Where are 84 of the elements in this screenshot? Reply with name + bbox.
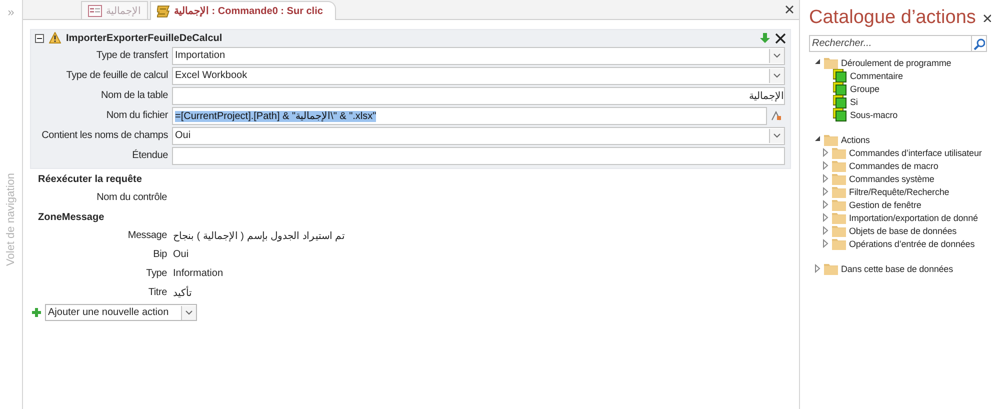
- collapsed-arrow-icon[interactable]: [822, 239, 828, 248]
- argument-value: Information: [173, 268, 224, 279]
- folder-icon: [824, 56, 838, 69]
- search-field[interactable]: Rechercher...: [809, 35, 971, 52]
- folder-icon: [832, 237, 846, 250]
- collapsed-arrow-icon[interactable]: [822, 200, 828, 209]
- macro-action-icon: [833, 68, 847, 82]
- argument-value: Oui: [173, 249, 189, 260]
- delete-icon[interactable]: [775, 32, 786, 44]
- argument-label: Nom de la table: [100, 90, 169, 101]
- action-panel[interactable]: [30, 29, 791, 169]
- argument-value: تم استيراد الجدول بإسم ( الإجمالية ) بنجاح: [173, 230, 346, 242]
- folder-icon: [832, 159, 846, 172]
- expanded-arrow-icon[interactable]: [814, 135, 820, 144]
- argument-value: تأكيد: [173, 286, 192, 298]
- builder-icon[interactable]: [771, 110, 782, 121]
- tree-label: Filtre/Requête/Recherche: [849, 186, 950, 196]
- dropdown-field[interactable]: Importation: [172, 46, 785, 64]
- input-field[interactable]: [172, 146, 785, 164]
- action-name: ImporterExporterFeuilleDeCalcul: [66, 32, 224, 44]
- macro-action-icon: [833, 82, 847, 96]
- chevron-icon: [773, 53, 781, 58]
- tree-label: Gestion de fenêtre: [849, 200, 922, 210]
- add-action-dropdown[interactable]: Ajouter une nouvelle action: [45, 304, 197, 321]
- tree-label: Dans cette base de données: [841, 264, 953, 274]
- argument-label: Étendue: [131, 150, 169, 161]
- collapsed-arrow-icon[interactable]: [822, 148, 828, 157]
- action-name[interactable]: ZoneMessage: [30, 209, 791, 226]
- argument-label: Message: [126, 230, 168, 241]
- macro-action-icon: [833, 108, 847, 122]
- argument-label: Titre: [147, 287, 168, 298]
- argument-label: Type: [145, 268, 168, 279]
- tree-label: Commandes de macro: [849, 160, 938, 170]
- tree-label: Sous-macro: [850, 110, 898, 120]
- chevron-icon: [773, 133, 781, 138]
- tree-label: Commandes système: [849, 174, 934, 184]
- argument-label: Type de transfert: [95, 50, 170, 61]
- input-field[interactable]: =[CurrentProject].[Path] & "الإجمالية\" & ".xlsx": [172, 106, 767, 124]
- form-icon: [88, 4, 102, 16]
- tree-label: Objets de base de données: [849, 226, 957, 236]
- collapsed-arrow-icon[interactable]: [822, 226, 828, 235]
- collapsed-arrow-icon[interactable]: [822, 174, 828, 183]
- folder-icon: [832, 172, 846, 185]
- argument-label: Contient les noms de champs: [40, 130, 169, 141]
- argument-label: Type de feuille de calcul: [65, 70, 169, 81]
- collapsed-arrow-icon[interactable]: [814, 264, 820, 273]
- folder-icon: [824, 262, 838, 275]
- argument-label: Bip: [152, 249, 168, 260]
- pane-title: Catalogue d’actions: [809, 7, 977, 29]
- folder-icon: [832, 211, 846, 224]
- folder-icon: [832, 224, 846, 237]
- expanded-arrow-icon[interactable]: [814, 58, 820, 67]
- tree-label: Importation/exportation de donné: [849, 212, 978, 222]
- close-icon[interactable]: [983, 14, 991, 22]
- collapsed-arrow-icon[interactable]: [822, 213, 828, 222]
- tree-label: Commandes d’interface utilisateur: [849, 148, 982, 158]
- argument-label: Nom du fichier: [105, 110, 169, 121]
- macro-icon: [157, 4, 170, 18]
- move-down-icon[interactable]: [760, 33, 770, 43]
- collapsed-arrow-icon[interactable]: [822, 187, 828, 196]
- document-tab[interactable]: الإجمالية : Commande0 : Sur clic: [150, 1, 336, 20]
- tree-label: Déroulement de programme: [841, 58, 952, 68]
- tree-label: Actions: [841, 134, 870, 144]
- action-name[interactable]: Réexécuter la requête: [30, 171, 791, 188]
- close-icon[interactable]: [785, 5, 794, 14]
- collapse-icon[interactable]: [35, 34, 44, 42]
- tree-label: Commentaire: [850, 70, 903, 80]
- folder-icon: [832, 198, 846, 211]
- tree-label: Groupe: [850, 84, 880, 94]
- tree-label: Si: [850, 96, 858, 106]
- folder-icon: [832, 185, 846, 198]
- folder-icon: [832, 146, 846, 159]
- chevron-icon: [773, 73, 781, 78]
- search-icon[interactable]: [973, 38, 985, 50]
- argument-label: Nom du contrôle: [96, 192, 168, 203]
- dropdown-field[interactable]: Oui: [172, 126, 785, 144]
- input-field[interactable]: الإجمالية: [172, 86, 785, 104]
- plus-icon: [32, 308, 41, 317]
- collapsed-arrow-icon[interactable]: [822, 161, 828, 170]
- folder-icon: [824, 133, 838, 146]
- dropdown-field[interactable]: Excel Workbook: [172, 66, 785, 84]
- macro-action-icon: [833, 94, 847, 108]
- chevron-icon: [185, 310, 193, 315]
- tree-label: Opérations d’entrée de données: [849, 238, 975, 248]
